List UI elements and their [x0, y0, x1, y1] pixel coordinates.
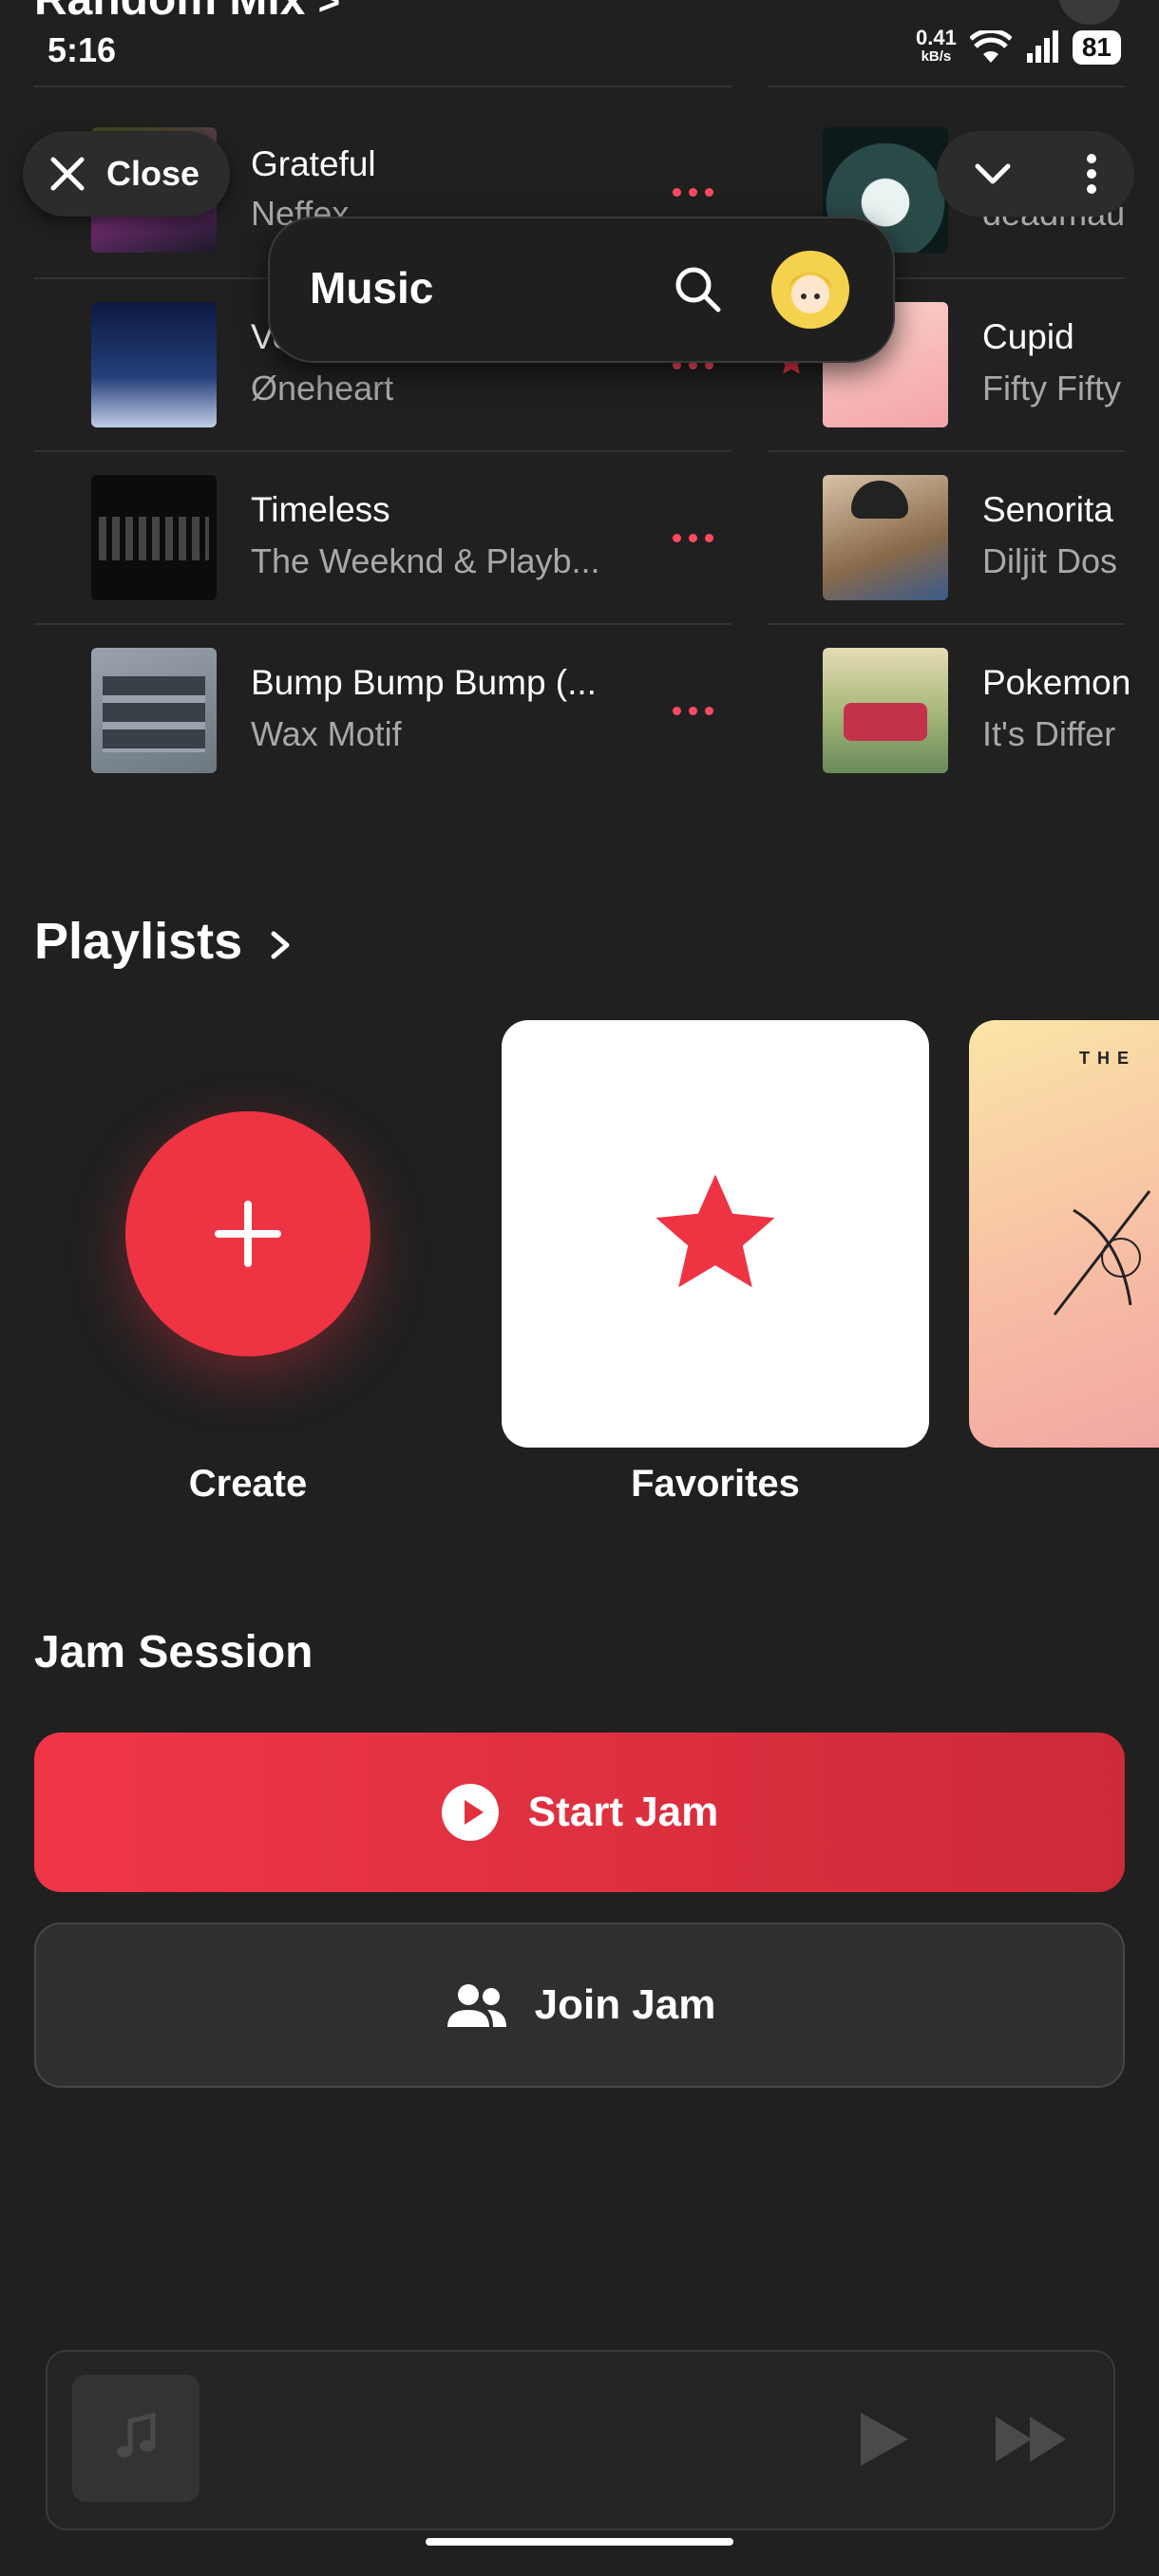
- divider: [768, 85, 1125, 87]
- favorites-label: Favorites: [631, 1463, 800, 1505]
- playlists-heading[interactable]: Playlists: [34, 912, 296, 971]
- album-art: [823, 648, 948, 773]
- track-title: Cupid: [982, 317, 1074, 356]
- chevron-right-icon: [271, 931, 290, 959]
- track-title: Timeless: [251, 490, 390, 529]
- track-title: Grateful: [251, 144, 376, 183]
- search-icon[interactable]: [673, 264, 724, 315]
- join-jam-button[interactable]: Join Jam: [34, 1923, 1125, 2088]
- more-options-icon[interactable]: [673, 707, 713, 715]
- status-time: 5:16: [48, 30, 117, 69]
- album-art: [823, 475, 948, 600]
- net-speed: 0.41 kB/s: [916, 26, 957, 66]
- playlist-card[interactable]: THE: [969, 1020, 1159, 1448]
- avatar[interactable]: [771, 251, 849, 329]
- close-button[interactable]: Close: [23, 131, 230, 217]
- track-title: Bump Bump Bump (...: [251, 663, 597, 702]
- now-playing-art: [72, 2375, 200, 2502]
- mini-player[interactable]: [46, 2350, 1115, 2530]
- music-note-icon: [117, 2412, 156, 2457]
- section-title[interactable]: Random Mix >: [34, 0, 340, 26]
- window-controls: [937, 131, 1134, 217]
- track-artist: Fifty Fifty: [982, 369, 1121, 407]
- track-title: Senorita: [982, 490, 1113, 529]
- play-icon[interactable]: [855, 2409, 912, 2470]
- track-row[interactable]: Senorita Diljit Dos: [768, 452, 1159, 623]
- track-row[interactable]: Timeless The Weeknd & Playb...: [34, 452, 732, 623]
- album-art: [91, 648, 217, 773]
- people-icon: [446, 1984, 506, 2027]
- plus-icon: [215, 1201, 281, 1267]
- more-options-icon[interactable]: [673, 534, 713, 542]
- close-label: Close: [106, 154, 200, 193]
- start-jam-button[interactable]: Start Jam: [34, 1733, 1125, 1892]
- album-art: [91, 475, 217, 600]
- track-artist: Diljit Dos: [982, 541, 1118, 580]
- wifi-icon: [969, 30, 1012, 63]
- track-artist: It's Differ: [982, 714, 1116, 753]
- star-icon: [656, 1174, 775, 1288]
- jam-session-heading: Jam Session: [34, 1627, 314, 1677]
- join-jam-label: Join Jam: [534, 1981, 716, 2028]
- home-indicator: [426, 2538, 733, 2546]
- album-art: [91, 302, 217, 427]
- create-playlist-button[interactable]: [125, 1111, 370, 1356]
- start-jam-label: Start Jam: [527, 1789, 719, 1835]
- top-corner-button[interactable]: [1058, 0, 1121, 25]
- divider: [34, 85, 732, 87]
- track-artist: Øneheart: [251, 369, 394, 407]
- track-artist: Wax Motif: [251, 714, 402, 753]
- fast-forward-icon[interactable]: [994, 2411, 1070, 2468]
- track-row[interactable]: Bump Bump Bump (... Wax Motif: [34, 625, 732, 796]
- app-title: Music: [310, 263, 434, 313]
- cupid-illustration: [1053, 1190, 1151, 1316]
- close-icon: [50, 157, 85, 191]
- more-vertical-icon[interactable]: [1082, 151, 1101, 197]
- battery-indicator: 81: [1072, 30, 1121, 65]
- status-icons: 0.41 kB/s 81: [916, 28, 1121, 66]
- favorites-playlist-card[interactable]: [502, 1020, 929, 1448]
- app-title-pill: Music: [268, 217, 895, 363]
- card-text: THE: [1079, 1049, 1136, 1068]
- track-row[interactable]: Pokemon It's Differ: [768, 625, 1159, 796]
- create-label: Create: [188, 1463, 308, 1505]
- play-circle-icon: [441, 1784, 499, 1841]
- more-options-icon[interactable]: [673, 188, 713, 197]
- chevron-down-icon[interactable]: [970, 151, 1016, 197]
- track-title: Pokemon: [982, 663, 1131, 702]
- signal-icon: [1026, 30, 1058, 63]
- track-artist: The Weeknd & Playb...: [251, 541, 600, 580]
